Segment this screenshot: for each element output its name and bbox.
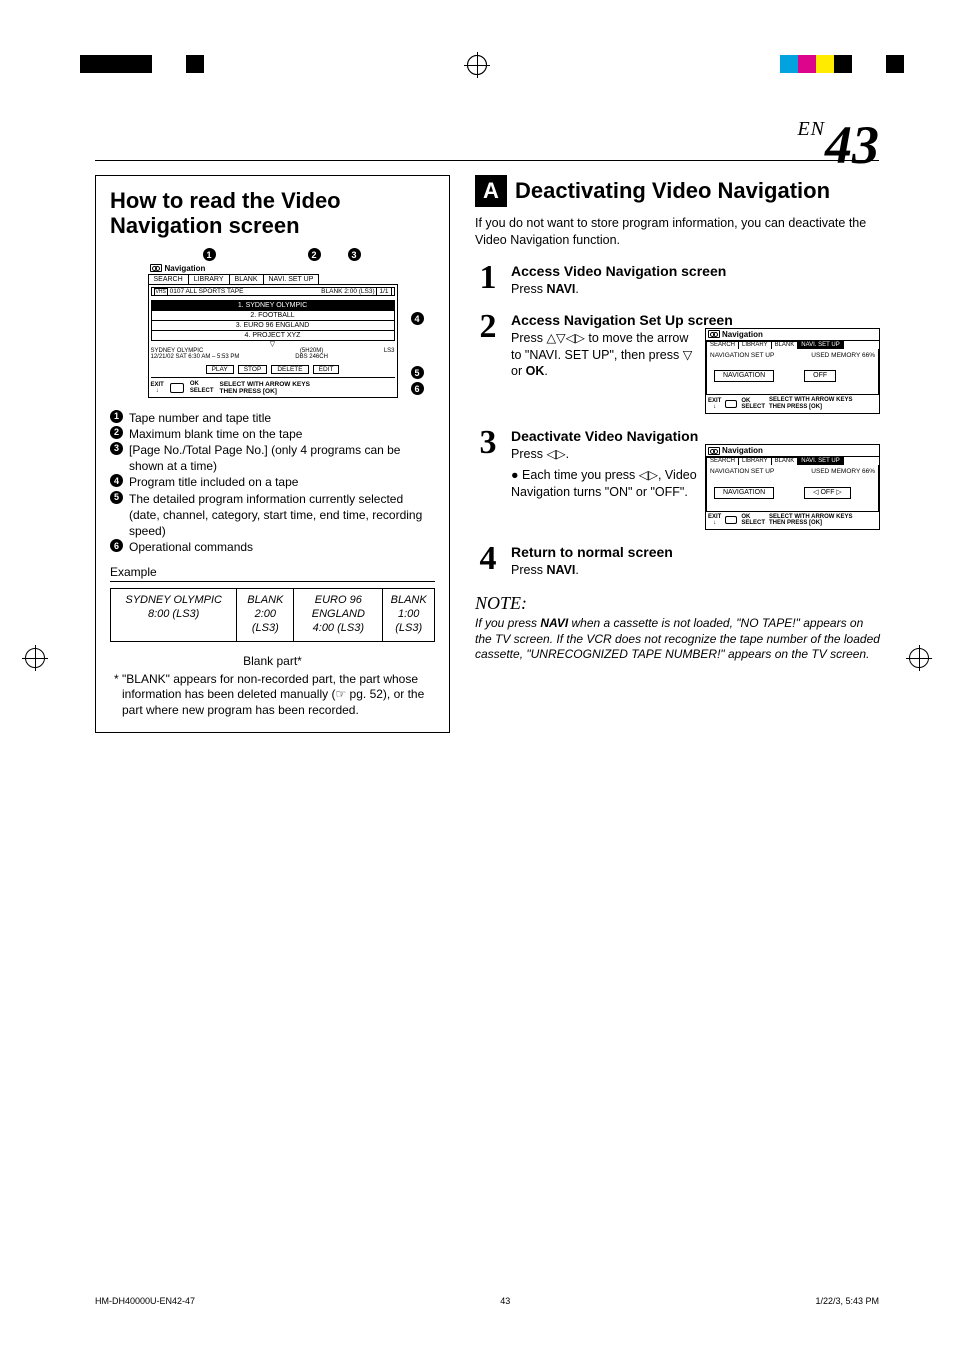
note-heading: NOTE: bbox=[475, 593, 880, 614]
nav-screen-logo: Navigation bbox=[165, 264, 206, 273]
step-3-title: Deactivate Video Navigation bbox=[511, 428, 880, 444]
step-2-text: Press △▽◁▷ to move the arrow to "NAVI. S… bbox=[511, 330, 697, 414]
registration-bar-left bbox=[80, 55, 204, 73]
example-seg-2: BLANK 2:00 (LS3) bbox=[237, 589, 294, 640]
tape-title: ALL SPORTS TAPE bbox=[186, 288, 244, 295]
legend-list: 1Tape number and tape title 2Maximum bla… bbox=[110, 410, 435, 556]
step-1-title: Access Video Navigation screen bbox=[511, 263, 880, 279]
blank-footnote: * "BLANK" appears for non-recorded part,… bbox=[110, 672, 435, 719]
callout-2: 2 bbox=[308, 245, 321, 258]
print-footer: HM-DH40000U-EN42-47 43 1/22/3, 5:43 PM bbox=[95, 1296, 879, 1306]
example-tape-diagram: SYDNEY OLYMPIC 8:00 (LS3) BLANK 2:00 (LS… bbox=[110, 588, 435, 641]
tab-navisetup: NAVI. SET UP bbox=[263, 274, 320, 284]
tab-library: LIBRARY bbox=[188, 274, 230, 284]
example-header: Example bbox=[110, 565, 435, 582]
step-4: 4 Return to normal screen Press NAVI. bbox=[475, 544, 880, 579]
arrow-down-icon: ↓ bbox=[713, 520, 716, 526]
how-to-read-title: How to read the Video Navigation screen bbox=[110, 188, 435, 239]
example-seg-1: SYDNEY OLYMPIC 8:00 (LS3) bbox=[111, 589, 237, 640]
footer-file: HM-DH40000U-EN42-47 bbox=[95, 1296, 195, 1306]
cassette-icon bbox=[708, 330, 720, 338]
page-number: EN43 bbox=[797, 118, 879, 172]
callout-4: 4 bbox=[411, 309, 424, 322]
registration-crosshair-bottom bbox=[467, 55, 487, 75]
legend-5: The detailed program information current… bbox=[129, 491, 435, 540]
footer-page: 43 bbox=[500, 1296, 510, 1306]
nav-screen-diagram: 1 2 3 4 5 6 Navigation SEARCH LIBRARY BL… bbox=[148, 249, 398, 398]
step-3: 3 Deactivate Video Navigation Press ◁▷. … bbox=[475, 428, 880, 530]
step-1: 1 Access Video Navigation screen Press N… bbox=[475, 263, 880, 298]
cmd-edit: EDIT bbox=[313, 365, 340, 374]
legend-3: [Page No./Total Page No.] (only 4 progra… bbox=[129, 442, 435, 474]
step-2-title: Access Navigation Set Up screen bbox=[511, 312, 880, 328]
step-2: 2 Access Navigation Set Up screen Press … bbox=[475, 312, 880, 414]
detail-row: SYDNEY OLYMPIC 12/21/02 SAT 6:30 AM – 5:… bbox=[151, 347, 395, 361]
section-intro: If you do not want to store program info… bbox=[475, 215, 880, 249]
callout-3: 3 bbox=[348, 245, 361, 258]
program-list: 1. SYDNEY OLYMPIC 2. FOOTBALL 3. EURO 96… bbox=[151, 300, 395, 348]
registration-crosshair-left bbox=[22, 645, 48, 671]
remote-icon bbox=[725, 400, 737, 408]
registration-crosshair-right bbox=[906, 645, 932, 671]
callout-6: 6 bbox=[411, 379, 424, 392]
section-header: A Deactivating Video Navigation bbox=[475, 175, 880, 207]
section-title: Deactivating Video Navigation bbox=[515, 178, 830, 204]
nav-footer-help: EXIT OKSELECT SELECT WITH ARROW KEYS THE… bbox=[151, 377, 395, 395]
step-2-osd: Navigation SEARCH LIBRARY BLANK NAVI. SE… bbox=[705, 328, 880, 414]
cmd-play: PLAY bbox=[206, 365, 234, 374]
callout-1: 1 bbox=[203, 245, 216, 258]
note-text: If you press NAVI when a cassette is not… bbox=[475, 616, 880, 663]
tape-id: 0107 bbox=[170, 288, 184, 295]
tape-info-row: VHS 0107 ALL SPORTS TAPE BLANK 2:00 (LS3… bbox=[151, 287, 395, 296]
remote-icon bbox=[725, 516, 737, 524]
cmd-stop: STOP bbox=[238, 365, 268, 374]
header-rule bbox=[95, 160, 879, 161]
detail-time: 12/21/02 SAT 6:30 AM – 5:53 PM bbox=[151, 354, 240, 360]
cmd-delete: DELETE bbox=[271, 365, 308, 374]
nav-screen-title: Navigation bbox=[148, 263, 398, 274]
tab-search: SEARCH bbox=[148, 274, 189, 284]
example-seg-4: BLANK 1:00 (LS3) bbox=[383, 589, 434, 640]
example-seg-3: EURO 96 ENGLAND 4:00 (LS3) bbox=[294, 589, 383, 640]
step-4-text: Press NAVI. bbox=[511, 562, 880, 579]
detail-mid: (5H20M) DBS 246CH bbox=[295, 348, 328, 360]
footer-select-label: SELECT bbox=[190, 388, 214, 395]
nav-tabs: SEARCH LIBRARY BLANK NAVI. SET UP bbox=[148, 274, 398, 284]
legend-6: Operational commands bbox=[129, 539, 253, 555]
page-number-value: 43 bbox=[825, 115, 879, 175]
pager: 1/1 bbox=[376, 287, 391, 296]
blank-time: BLANK 2:00 (LS3) bbox=[321, 288, 374, 295]
step-3-text: Press ◁▷. Each time you press ◁▷, Video … bbox=[511, 446, 697, 530]
blank-part-label: Blank part* bbox=[243, 654, 302, 668]
legend-4: Program title included on a tape bbox=[129, 474, 298, 490]
command-row: PLAY STOP DELETE EDIT bbox=[151, 365, 395, 374]
registration-bar-right bbox=[780, 55, 904, 73]
tab-blank: BLANK bbox=[229, 274, 264, 284]
cassette-icon bbox=[708, 447, 720, 455]
arrow-down-icon: ↓ bbox=[713, 404, 716, 410]
step-3-osd: Navigation SEARCH LIBRARY BLANK NAVI. SE… bbox=[705, 444, 880, 530]
footer-datetime: 1/22/3, 5:43 PM bbox=[815, 1296, 879, 1306]
page-lang-prefix: EN bbox=[797, 118, 825, 140]
how-to-read-box: How to read the Video Navigation screen … bbox=[95, 175, 450, 733]
callout-5: 5 bbox=[411, 363, 424, 376]
legend-2: Maximum blank time on the tape bbox=[129, 426, 302, 442]
section-letter: A bbox=[475, 175, 507, 207]
footer-ok: OK bbox=[190, 381, 214, 388]
blank-part-label-row: Blank part* bbox=[110, 654, 435, 668]
legend-1: Tape number and tape title bbox=[129, 410, 271, 426]
cassette-icon bbox=[150, 264, 162, 272]
detail-speed: LS3 bbox=[384, 348, 395, 360]
remote-icon bbox=[170, 383, 184, 393]
arrow-down-icon bbox=[156, 388, 159, 394]
footer-help-text: SELECT WITH ARROW KEYS THEN PRESS [OK] bbox=[220, 381, 310, 395]
step-4-title: Return to normal screen bbox=[511, 544, 880, 560]
step-1-text: Press NAVI. bbox=[511, 281, 880, 298]
